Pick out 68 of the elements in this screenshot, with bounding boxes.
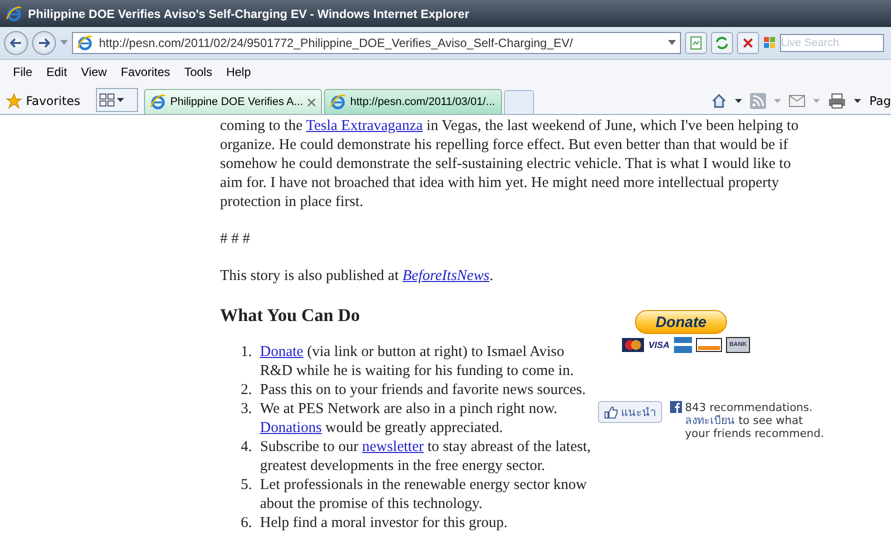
link[interactable]: ลงทะเบียน <box>685 414 735 427</box>
mastercard-icon <box>622 338 644 352</box>
printer-icon[interactable] <box>828 93 846 109</box>
page-icon <box>689 36 703 50</box>
window-title: Philippine DOE Verifies Aviso's Self-Charging EV - Windows Internet Explorer <box>28 6 470 20</box>
close-icon <box>742 37 754 49</box>
link[interactable]: BeforeItsNews <box>402 268 490 284</box>
page-menu[interactable]: Pag <box>869 94 891 108</box>
browser-tab[interactable]: http://pesn.com/2011/03/01/... <box>324 89 502 114</box>
recommendation-text: 843 recommendations. ลงทะเบียน to see what your friends recommend. <box>685 401 825 440</box>
list-item-text: We at PES Network are also in a pinch right now. Donations would be greatly appreciated. <box>260 400 558 438</box>
address-field[interactable]: http://pesn.com/2011/02/24/9501772_Philippine_DOE_Verifies_Aviso_Self-Charging_EV/ <box>72 32 681 54</box>
grid-icon <box>99 93 116 107</box>
link[interactable]: Donate <box>260 344 304 360</box>
back-button[interactable] <box>4 31 28 55</box>
thumbs-up-icon <box>604 406 618 418</box>
donate-button[interactable]: Donate <box>635 310 727 334</box>
link[interactable]: Tesla Extravaganza <box>306 118 423 134</box>
link[interactable]: Donations <box>260 420 322 436</box>
list-item-text: Pass this on to your friends and favorite news sources. <box>260 381 587 400</box>
left-arrow-icon <box>10 38 22 48</box>
ie-logo-icon <box>150 94 166 110</box>
list-number: 2. <box>240 381 253 400</box>
quick-tabs-button[interactable] <box>96 88 138 112</box>
visa-logo: VISA <box>648 339 670 352</box>
stop-button[interactable] <box>737 32 759 54</box>
menu-item[interactable]: Favorites <box>116 63 176 81</box>
like-button[interactable]: แนะนำ <box>598 401 662 423</box>
link[interactable]: newsletter <box>362 439 424 455</box>
page-icon <box>77 35 93 51</box>
list-number: 5. <box>240 476 253 495</box>
star-icon[interactable] <box>6 93 22 109</box>
list-item-text: Subscribe to our newsletter to stay abreast of the latest, greatest developments in the free energy sector. <box>260 438 592 476</box>
paragraph: This story is also published at BeforeItsNews. <box>220 267 494 286</box>
menu-item[interactable]: File <box>8 63 38 81</box>
paragraph: coming to the Tesla Extravaganza in Vegas, the last weekend of June, which I've been helping to organize. He could demonstrate his repelling force effect. But even better than that would be if somehow he could demonstrate the self-sustaining electric vehicle. That is what I would like to aim for. I have not broached that idea with him yet. He might need more intellectual property protection in place first. <box>220 117 800 212</box>
list-item-text: Let professionals in the renewable energy sector know about the promise of this technology. <box>260 476 588 514</box>
list-item-text: Help find a moral investor for this group. <box>260 514 508 533</box>
menu-item[interactable]: Edit <box>41 63 72 81</box>
browser-tab[interactable]: Philippine DOE Verifies A... <box>144 89 322 114</box>
search-field[interactable]: Live Search <box>780 34 884 52</box>
caret-icon[interactable] <box>854 98 862 104</box>
list-number: 6. <box>240 514 253 533</box>
list-number: 4. <box>240 438 253 457</box>
paragraph: # # # <box>220 230 251 249</box>
windows-logo-icon <box>763 36 777 50</box>
refresh-button[interactable] <box>711 32 733 54</box>
list-item-text: Donate (via link or button at right) to Ismael Aviso R&D while he is waiting for his funding to come in. <box>260 343 575 381</box>
caret-icon[interactable] <box>735 98 742 104</box>
favorites-label[interactable]: Favorites <box>26 94 80 108</box>
menu-item[interactable]: View <box>76 63 112 81</box>
mail-icon[interactable] <box>789 95 806 107</box>
list-number: 1. <box>240 343 253 362</box>
menu-item[interactable]: Help <box>221 63 256 81</box>
menu-item[interactable]: Tools <box>179 63 218 81</box>
caret-icon[interactable] <box>117 98 124 102</box>
facebook-logo-icon <box>670 401 682 413</box>
close-icon[interactable] <box>307 98 316 106</box>
refresh-icon <box>715 36 729 50</box>
right-arrow-icon <box>38 38 50 48</box>
home-icon[interactable] <box>711 93 728 109</box>
forward-button[interactable] <box>32 31 56 55</box>
list-number: 3. <box>240 400 253 419</box>
caret-icon[interactable] <box>668 40 676 46</box>
ie-logo-icon <box>6 6 22 22</box>
ie-logo-icon <box>330 94 346 110</box>
section-heading: What You Can Do <box>220 304 361 326</box>
compatibility-button[interactable] <box>685 32 707 54</box>
